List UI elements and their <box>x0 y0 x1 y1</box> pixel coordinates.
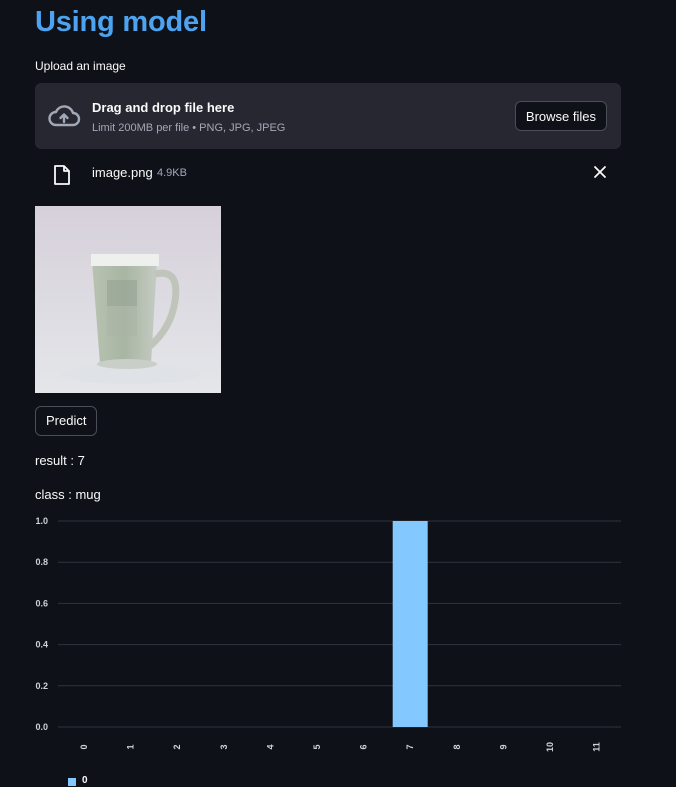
x-tick-label: 4 <box>265 744 275 749</box>
x-tick-label: 8 <box>452 744 462 749</box>
page-title: Using model <box>35 6 207 38</box>
x-tick-label: 6 <box>359 744 369 749</box>
y-tick-label: 0.8 <box>35 557 48 567</box>
y-tick-label: 0.2 <box>35 681 48 691</box>
uploaded-image-preview <box>35 206 221 393</box>
mug-image <box>35 206 221 393</box>
x-tick-label: 11 <box>592 742 602 752</box>
prediction-bar-chart: 0.0 0.2 0.4 0.6 0.8 1.0 0 1 2 3 4 5 6 7 8 9 10 11 <box>35 516 621 752</box>
legend-swatch <box>68 778 76 786</box>
predict-button[interactable]: Predict <box>35 406 98 436</box>
y-tick-label: 0.4 <box>35 640 48 650</box>
x-tick-label: 1 <box>126 744 136 749</box>
legend-label: 0 <box>82 775 88 786</box>
y-tick-label: 0.6 <box>35 598 48 608</box>
x-tick-label: 9 <box>498 744 508 749</box>
dropzone-limit-text: Limit 200MB per file • PNG, JPG, JPEG <box>92 122 286 134</box>
close-icon[interactable] <box>593 165 607 179</box>
x-tick-label: 7 <box>405 744 415 749</box>
y-tick-label: 0.0 <box>35 722 48 732</box>
x-tick-label: 0 <box>79 744 89 749</box>
browse-files-button[interactable]: Browse files <box>514 101 607 131</box>
app-page: Using model Upload an image Drag and dro… <box>0 0 676 787</box>
result-text: result : 7 <box>35 453 85 468</box>
x-tick-label: 3 <box>219 744 229 749</box>
file-dropzone[interactable]: Drag and drop file here Limit 200MB per … <box>35 83 621 149</box>
y-tick-label: 1.0 <box>35 516 48 526</box>
uploaded-file-row: image.png 4.9KB <box>35 158 621 188</box>
file-icon <box>54 165 70 185</box>
x-tick-label: 10 <box>545 742 555 752</box>
file-name: image.png <box>92 165 153 180</box>
x-tick-label: 5 <box>312 744 322 749</box>
file-size: 4.9KB <box>157 167 187 179</box>
bar-7 <box>392 521 428 727</box>
class-text: class : mug <box>35 487 101 502</box>
cloud-upload-icon <box>48 105 81 127</box>
x-tick-label: 2 <box>172 744 182 749</box>
upload-label: Upload an image <box>35 59 126 73</box>
dropzone-title: Drag and drop file here <box>92 100 235 115</box>
